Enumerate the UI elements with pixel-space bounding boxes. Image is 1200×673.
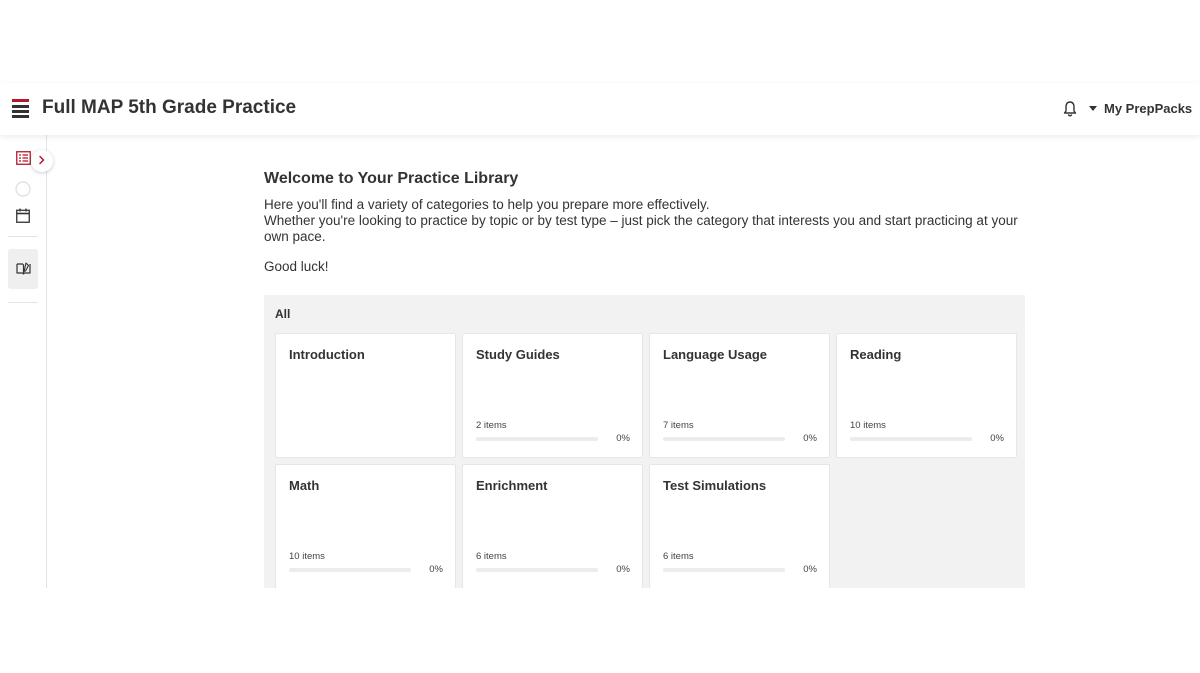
sidebar-expand-button[interactable] <box>31 150 53 172</box>
list-icon[interactable] <box>16 151 31 170</box>
card-title: Enrichment <box>476 478 548 493</box>
progress-bar <box>476 568 598 572</box>
card-title: Reading <box>850 347 902 362</box>
category-card-test-simulations[interactable]: Test Simulations 6 items 0% <box>649 464 830 588</box>
card-item-count: 2 items <box>476 420 507 431</box>
progress-bar <box>289 568 411 572</box>
category-card-enrichment[interactable]: Enrichment 6 items 0% <box>462 464 643 588</box>
book-icon <box>16 262 31 280</box>
app-title: Full MAP 5th Grade Practice <box>42 97 297 118</box>
progress-bar <box>663 437 785 441</box>
category-card-introduction[interactable]: Introduction <box>275 333 456 458</box>
sidebar-divider <box>8 302 38 303</box>
progress-percent: 0% <box>803 564 817 575</box>
good-luck-text: Good luck! <box>264 259 329 274</box>
progress-percent: 0% <box>803 433 817 444</box>
progress-bar <box>476 437 598 441</box>
circle-icon[interactable] <box>15 181 31 202</box>
practice-library: All Introduction Study Guides 2 items 0%… <box>264 295 1025 588</box>
sidebar-divider <box>8 236 38 237</box>
sidebar-item-library[interactable] <box>8 249 38 289</box>
card-item-count: 6 items <box>663 551 694 562</box>
progress-percent: 0% <box>616 433 630 444</box>
card-item-count: 7 items <box>663 420 694 431</box>
category-grid: Introduction Study Guides 2 items 0% Lan… <box>275 333 1017 588</box>
card-item-count: 10 items <box>850 420 886 431</box>
main-content: Welcome to Your Practice Library Here yo… <box>264 168 1025 274</box>
bell-icon[interactable] <box>1062 100 1078 118</box>
progress-bar <box>663 568 785 572</box>
progress-percent: 0% <box>429 564 443 575</box>
progress-bar <box>850 437 972 441</box>
progress-percent: 0% <box>990 433 1004 444</box>
page-title: Welcome to Your Practice Library <box>264 170 519 187</box>
card-title: Study Guides <box>476 347 560 362</box>
category-card-reading[interactable]: Reading 10 items 0% <box>836 333 1017 458</box>
my-preppacks-menu[interactable]: My PrepPacks <box>1089 101 1192 116</box>
sidebar <box>0 135 47 588</box>
caret-down-icon <box>1089 106 1097 111</box>
menu-icon[interactable] <box>12 99 30 119</box>
my-preppacks-label: My PrepPacks <box>1104 101 1193 116</box>
intro-line: Here you'll find a variety of categories… <box>264 197 710 212</box>
card-item-count: 10 items <box>289 551 325 562</box>
card-item-count: 6 items <box>476 551 507 562</box>
card-title: Test Simulations <box>663 478 767 493</box>
category-card-math[interactable]: Math 10 items 0% <box>275 464 456 588</box>
top-header: Full MAP 5th Grade Practice My PrepPacks <box>0 83 1200 135</box>
intro-text: Here you'll find a variety of categories… <box>264 197 1025 245</box>
progress-percent: 0% <box>616 564 630 575</box>
category-card-study-guides[interactable]: Study Guides 2 items 0% <box>462 333 643 458</box>
calendar-icon[interactable] <box>16 208 30 228</box>
category-card-language-usage[interactable]: Language Usage 7 items 0% <box>649 333 830 458</box>
card-title: Math <box>289 478 320 493</box>
card-title: Introduction <box>289 347 365 362</box>
section-label: All <box>275 307 291 321</box>
intro-line: Whether you're looking to practice by to… <box>264 213 1018 244</box>
card-title: Language Usage <box>663 347 768 362</box>
chevron-right-icon <box>38 152 46 170</box>
